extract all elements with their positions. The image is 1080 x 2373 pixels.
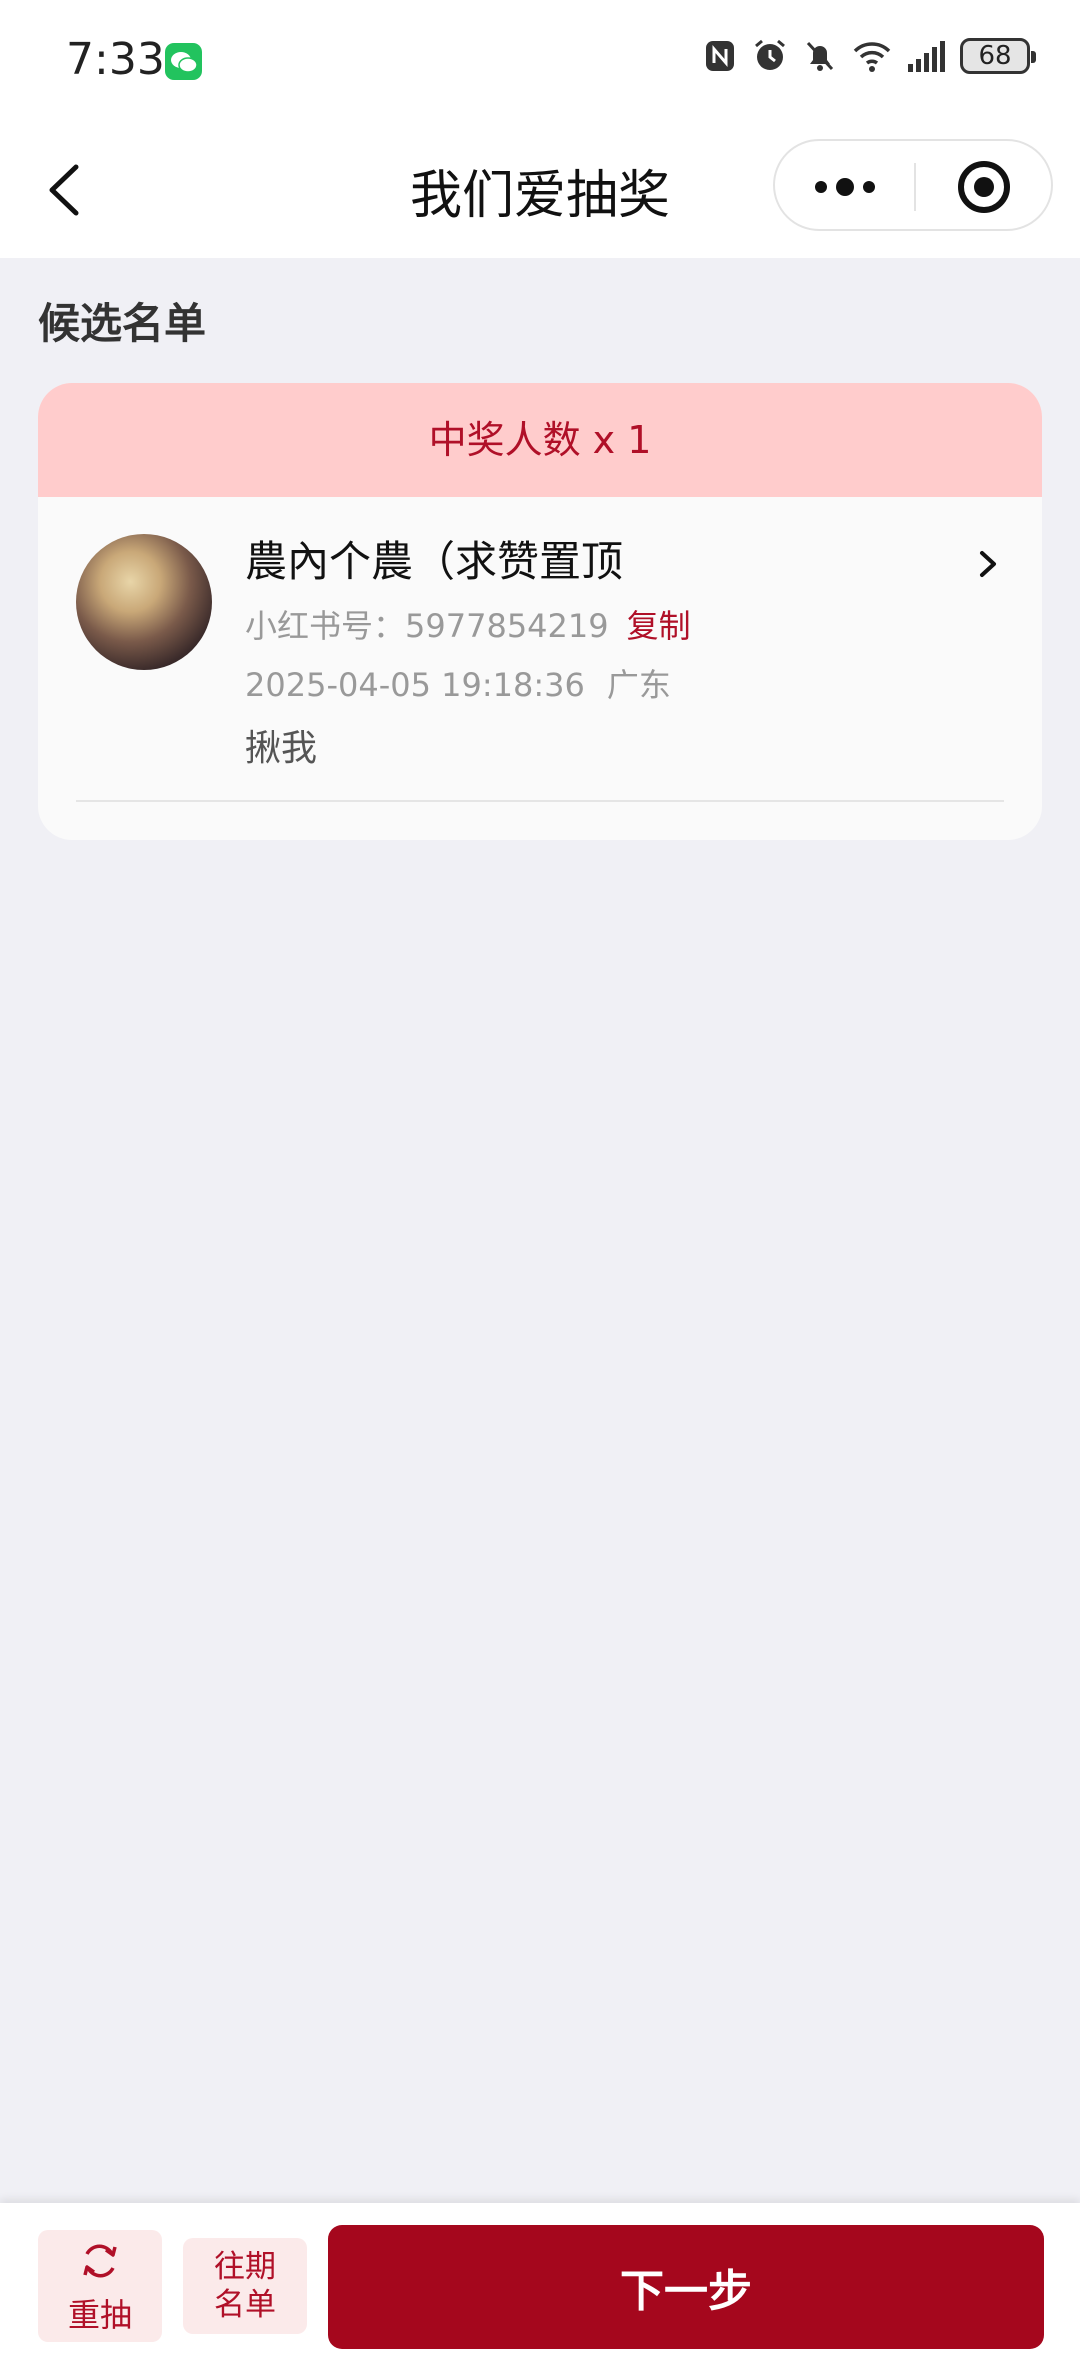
next-step-button[interactable]: 下一步	[328, 2225, 1044, 2349]
chevron-left-icon	[49, 164, 79, 216]
close-miniprogram-button[interactable]	[916, 141, 1053, 229]
page: 7:33 68 我们爱抽奖 候选名单 中奖人数 x 1 農內个農（求赞置顶 小红…	[0, 0, 1080, 2373]
nfc-icon	[706, 41, 734, 71]
bottom-action-bar: 重抽 往期 名单 下一步	[0, 2203, 1080, 2373]
status-time: 7:33	[66, 34, 165, 85]
chevron-right-icon[interactable]	[968, 539, 1008, 589]
wechat-notification-icon	[165, 43, 202, 80]
account-label: 小红书号：	[245, 607, 406, 645]
status-icons: 68	[702, 38, 1036, 74]
miniprogram-capsule	[773, 139, 1053, 231]
account-row: 小红书号：5977854219 复制	[245, 601, 691, 647]
more-dots-icon	[815, 178, 875, 196]
redraw-button[interactable]: 重抽	[38, 2230, 162, 2342]
time-region-row: 2025-04-05 19:18:36 广东	[245, 660, 671, 706]
battery-level: 68	[978, 41, 1012, 71]
nav-bar: 我们爱抽奖	[0, 125, 1080, 258]
mute-bell-icon	[806, 41, 834, 71]
wifi-icon	[853, 42, 891, 72]
redraw-label: 重抽	[67, 2296, 132, 2334]
refresh-icon	[83, 2244, 117, 2278]
status-bar: 7:33 68	[0, 0, 1080, 125]
signal-icon	[908, 41, 945, 72]
target-close-icon	[958, 161, 1010, 213]
history-list-button[interactable]: 往期 名单	[183, 2238, 307, 2334]
winner-count-header: 中奖人数 x 1	[38, 383, 1042, 497]
history-label-line2: 名单	[214, 2287, 276, 2323]
avatar[interactable]	[76, 534, 212, 670]
battery-icon: 68	[960, 38, 1036, 74]
back-button[interactable]	[38, 155, 98, 225]
account-id: 5977854219	[405, 607, 609, 645]
entry-datetime: 2025-04-05 19:18:36	[245, 666, 585, 704]
history-label-line1: 往期	[214, 2249, 276, 2285]
entry-remark: 揪我	[245, 728, 318, 769]
candidate-card: 中奖人数 x 1 農內个農（求赞置顶 小红书号：5977854219 复制 202…	[38, 383, 1042, 840]
entry-region: 广东	[606, 666, 671, 704]
alarm-icon	[755, 39, 785, 70]
copy-button[interactable]: 复制	[627, 607, 691, 645]
candidate-name[interactable]: 農內个農（求赞置顶	[245, 528, 623, 589]
section-title: 候选名单	[38, 299, 207, 348]
more-button[interactable]	[775, 141, 914, 229]
divider	[76, 800, 1004, 802]
